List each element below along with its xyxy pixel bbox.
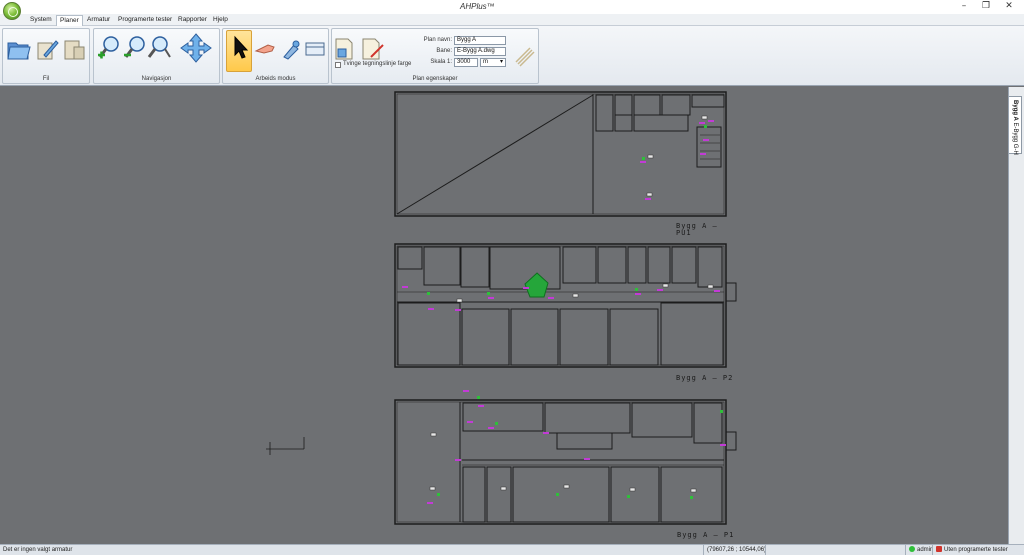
side-tab-strip [1008,87,1024,544]
plan-color-icon[interactable] [359,33,385,63]
plan-name-label: Plan navn: [423,37,452,43]
menu-bar: System Planer Armatur Programerte tester… [0,14,1024,26]
floor-plan-p1[interactable] [394,399,737,525]
status-tests: Uten programerte tester [932,545,1008,555]
menu-planer[interactable]: Planer [56,15,83,26]
group-label-fil: Fil [42,76,50,82]
minimize-button[interactable]: – [954,0,974,14]
title-bar: AHPlus™ – ❐ ✕ [0,0,1024,14]
magnet-icon[interactable] [278,33,304,63]
dim-plan-icon [510,40,536,70]
floor-plan-p2[interactable] [394,243,737,368]
unit-select[interactable]: m ▾ [480,58,506,67]
menu-armatur[interactable]: Armatur [84,15,113,26]
plan-edit-icon[interactable] [332,33,358,63]
scale-field[interactable]: 3000 [454,58,478,67]
status-bar: Det er ingen valgt armatur (79607,26 ; 1… [0,544,1024,555]
group-navigasjon: Navigasjon [93,28,220,84]
unit-value: m [483,59,488,65]
status-spacer [765,545,905,555]
menu-rapporter[interactable]: Rapporter [175,15,210,26]
zoom-window-icon[interactable] [146,33,172,63]
group-label-arbeids-modus: Arbeids modus [255,76,296,82]
dimension-marker [266,437,305,455]
status-user: admin [905,545,933,555]
group-arbeids-modus: Arbeids modus [222,28,329,84]
plan-tools-icon[interactable] [62,33,88,63]
user-status-icon [909,546,915,552]
chevron-down-icon: ▾ [499,59,503,65]
selected-fixture[interactable] [524,272,549,298]
plan-path-field[interactable]: E-Bygg A.dwg [454,47,506,56]
menu-hjelp[interactable]: Hjelp [210,15,231,26]
pen-icon[interactable] [34,33,60,63]
status-coordinates: (79607,26 ; 10544,06) [703,545,766,555]
close-button[interactable]: ✕ [999,0,1019,14]
menu-system[interactable]: System [27,15,55,26]
app-menu-orb-icon[interactable] [3,2,21,20]
zoom-out-icon[interactable] [122,33,148,63]
fixture-markers[interactable] [402,115,726,504]
drawing-canvas[interactable]: Bygg A – PU1 Bygg A – P2 Bygg A – P1 [0,87,1008,544]
tab-bygg-a-label: Bygg A E-Bygg G-H [1012,100,1018,155]
maximize-button[interactable]: ❐ [976,0,996,14]
floor-label-pu1: Bygg A – PU1 [676,222,718,237]
select-pointer-icon[interactable] [226,30,252,72]
app-title: AHPlus™ [460,2,495,11]
group-label-navigasjon: Navigasjon [141,76,172,82]
tests-status-icon [936,546,942,552]
tab-bygg-a[interactable]: Bygg A E-Bygg G-H [1009,96,1022,155]
zoom-in-icon[interactable] [96,33,122,63]
hand-icon[interactable] [252,33,278,63]
floor-plans-drawing[interactable] [0,87,1008,544]
plan-name-field[interactable]: Bygg A [454,36,506,45]
window-icon[interactable] [302,33,328,63]
force-color-label: Tvinge tegningslinje farge [343,61,412,67]
group-fil: Fil [2,28,90,84]
ribbon: Fil Navigasjon Arbeids modus Plan egensk… [0,26,1024,86]
force-color-checkbox[interactable] [335,62,341,68]
scale-label: Skala 1: [430,59,452,65]
plan-path-label: Bane: [436,48,452,54]
floor-label-p1: Bygg A – P1 [677,531,735,539]
floor-plan-pu1[interactable] [394,91,727,217]
status-message: Det er ingen valgt armatur [3,547,73,553]
floor-label-p2: Bygg A – P2 [676,374,734,382]
menu-programerte-tester[interactable]: Programerte tester [115,15,175,26]
group-label-plan-egenskaper: Plan egenskaper [412,76,458,82]
open-folder-icon[interactable] [6,33,32,63]
pan-arrows-icon[interactable] [174,33,218,63]
